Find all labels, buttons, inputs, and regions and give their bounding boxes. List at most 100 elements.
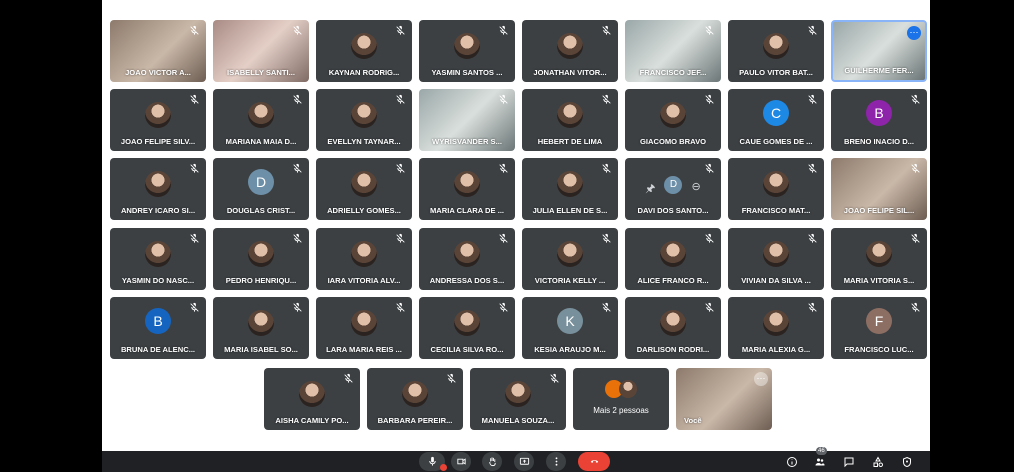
participant-name: ANDREY ICARO SI...	[120, 206, 196, 215]
mic-off-icon	[292, 233, 303, 244]
participant-tile[interactable]: MARIA ISABEL SO...	[213, 297, 309, 359]
participant-tile[interactable]: JONATHAN VITOR...	[522, 20, 618, 82]
meeting-info-button[interactable]	[783, 453, 800, 470]
participant-tile[interactable]: B BRUNA DE ALENC...	[110, 297, 206, 359]
participant-tile[interactable]: C CAUE GOMES DE ...	[728, 89, 824, 151]
present-screen-button[interactable]	[514, 452, 534, 471]
participant-tile[interactable]: LARA MARIA REIS ...	[316, 297, 412, 359]
mic-off-icon	[601, 233, 612, 244]
participant-tile[interactable]: B BRENO INACIO D...	[831, 89, 927, 151]
pin-icon[interactable]: 🖈	[645, 180, 655, 199]
participant-tile[interactable]: MARIA VITORIA S...	[831, 228, 927, 290]
avatar	[660, 310, 686, 336]
mic-off-icon	[910, 233, 921, 244]
camera-toggle-button[interactable]	[451, 452, 471, 471]
participant-tile[interactable]: FRANCISCO MAT...	[728, 158, 824, 220]
participant-name: EVELLYN TAYNAR...	[327, 137, 401, 146]
participant-tile[interactable]: ANDREY ICARO SI...	[110, 158, 206, 220]
participant-tile[interactable]: JOAO FELIPE SILV...	[110, 89, 206, 151]
participant-tile[interactable]: HEBERT DE LIMA	[522, 89, 618, 151]
participant-tile[interactable]: PEDRO HENRIQU...	[213, 228, 309, 290]
mic-off-icon	[807, 94, 818, 105]
participant-tile[interactable]: MARIA ALEXIA G...	[728, 297, 824, 359]
right-black-border	[930, 0, 1014, 472]
participant-name: MANUELA SOUZA...	[481, 416, 555, 425]
participant-name: MARIA VITORIA S...	[843, 276, 915, 285]
participant-tile[interactable]: DARLISON RODRI...	[625, 297, 721, 359]
participant-tile[interactable]: FRANCISCO JEF...	[625, 20, 721, 82]
participant-tile[interactable]: WYRISVANDER S...	[419, 89, 515, 151]
participant-count-badge: 46	[816, 447, 827, 455]
avatar	[763, 241, 789, 267]
participant-tile[interactable]: MARIA CLARA DE ...	[419, 158, 515, 220]
more-options-icon[interactable]: ⋯	[907, 26, 921, 40]
end-call-icon	[590, 460, 598, 463]
participant-tile[interactable]: KAYNAN RODRIG...	[316, 20, 412, 82]
participant-tile[interactable]: ALICE FRANCO R...	[625, 228, 721, 290]
participant-name: JOAO FELIPE SILV...	[120, 137, 196, 146]
participant-tile[interactable]: K KESIA ARAUJO M...	[522, 297, 618, 359]
participant-name: AISHA CAMILY PO...	[275, 416, 349, 425]
mic-off-icon	[189, 233, 200, 244]
mic-toggle-button[interactable]	[419, 452, 447, 471]
more-options-button[interactable]	[546, 452, 566, 471]
participant-name: BRENO INACIO D...	[843, 137, 915, 146]
avatar	[866, 241, 892, 267]
participant-tile[interactable]: MANUELA SOUZA...	[470, 368, 566, 430]
participant-tile[interactable]: JULIA ELLEN DE S...	[522, 158, 618, 220]
participant-name: GUILHERME FER...	[844, 66, 914, 75]
participant-tile[interactable]: JOAO FELIPE SIL...	[831, 158, 927, 220]
host-controls-button[interactable]	[898, 453, 915, 470]
participant-name: BARBARA PEREIR...	[377, 416, 453, 425]
participant-name: VICTORIA KELLY ...	[534, 276, 606, 285]
participant-tile[interactable]: VICTORIA KELLY ...	[522, 228, 618, 290]
participant-name: WYRISVANDER S...	[432, 137, 502, 146]
avatar	[248, 102, 274, 128]
participant-tile[interactable]: CECILIA SILVA RO...	[419, 297, 515, 359]
participant-tile[interactable]: VIVIAN DA SILVA ...	[728, 228, 824, 290]
participant-name: FRANCISCO LUC...	[844, 345, 914, 354]
avatar	[248, 241, 274, 267]
raise-hand-button[interactable]	[482, 452, 502, 471]
participant-tile[interactable]: YASMIN SANTOS ...	[419, 20, 515, 82]
participant-tile[interactable]: D DOUGLAS CRIST...	[213, 158, 309, 220]
participant-tile[interactable]: 🖈 D ⊖ DAVI DOS SANTO...	[625, 158, 721, 220]
avatar	[351, 102, 377, 128]
participant-tile[interactable]: GIACOMO BRAVO	[625, 89, 721, 151]
participant-tile[interactable]: ISABELLY SANTI...	[213, 20, 309, 82]
participant-tile[interactable]: IARA VITORIA ALV...	[316, 228, 412, 290]
chat-button[interactable]	[840, 453, 857, 470]
chat-icon	[844, 457, 853, 467]
avatar	[763, 171, 789, 197]
participant-name: ALICE FRANCO R...	[637, 276, 709, 285]
participant-tile[interactable]: EVELLYN TAYNAR...	[316, 89, 412, 151]
mic-off-icon	[292, 163, 303, 174]
avatar	[763, 33, 789, 59]
participant-name: HEBERT DE LIMA	[537, 137, 603, 146]
participant-tile[interactable]: ⋯ Você	[676, 368, 772, 430]
remove-circle-icon[interactable]: ⊖	[691, 180, 700, 199]
participant-tile[interactable]: YASMIN DO NASC...	[110, 228, 206, 290]
people-button[interactable]: 46	[811, 447, 828, 470]
participant-tile[interactable]: ANDRESSA DOS S...	[419, 228, 515, 290]
participant-tile[interactable]: PAULO VITOR BAT...	[728, 20, 824, 82]
participant-tile[interactable]: F FRANCISCO LUC...	[831, 297, 927, 359]
activities-icon	[873, 455, 883, 467]
participant-tile[interactable]: ⋯ GUILHERME FER...	[831, 20, 927, 82]
avatar	[454, 241, 480, 267]
mic-off-icon	[807, 302, 818, 313]
participant-tile[interactable]: JOAO VICTOR A...	[110, 20, 206, 82]
participant-tile[interactable]: AISHA CAMILY PO...	[264, 368, 360, 430]
avatar-letter: F	[866, 308, 892, 334]
participant-tile[interactable]: ADRIELLY GOMES...	[316, 158, 412, 220]
participant-tile[interactable]: BARBARA PEREIR...	[367, 368, 463, 430]
participant-tile[interactable]: Mais 2 pessoas	[573, 368, 669, 430]
more-options-icon[interactable]: ⋯	[754, 372, 768, 386]
end-call-button[interactable]	[578, 452, 610, 471]
participant-name: CECILIA SILVA RO...	[430, 345, 504, 354]
participant-name: LARA MARIA REIS ...	[326, 345, 402, 354]
mic-off-icon	[910, 302, 921, 313]
mic-icon	[428, 456, 436, 466]
activities-button[interactable]	[869, 453, 886, 470]
participant-tile[interactable]: MARIANA MAIA D...	[213, 89, 309, 151]
